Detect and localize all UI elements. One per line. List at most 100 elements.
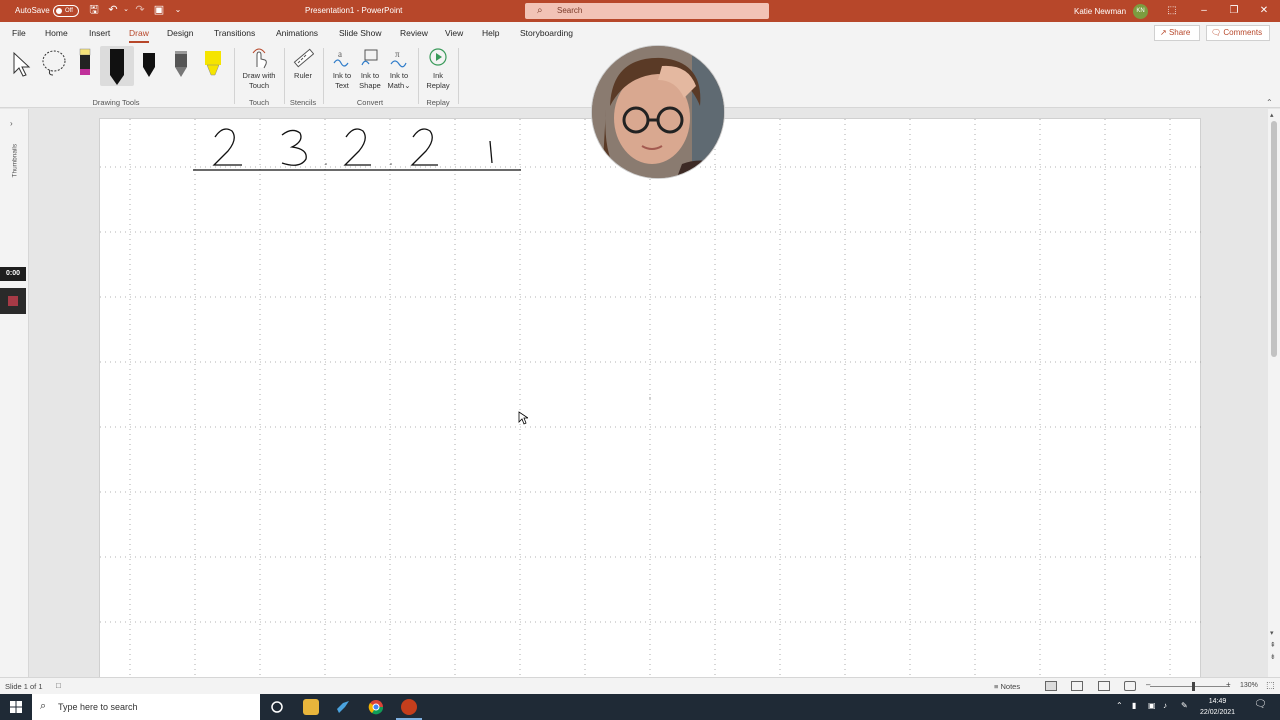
user-name[interactable]: Katie Newman	[1074, 7, 1126, 16]
ruler-icon	[293, 48, 314, 68]
notifications-icon[interactable]: 🗨	[1254, 699, 1267, 710]
ink-to-math-label-2: Math	[387, 81, 405, 90]
autosave-toggle[interactable]: Off	[53, 5, 79, 17]
show-hidden-icons-icon[interactable]: ⌃	[1116, 701, 1123, 710]
slide-sorter-view-icon[interactable]	[1071, 681, 1083, 691]
ink-to-text-button[interactable]: a Ink to Text	[328, 47, 356, 91]
volume-icon[interactable]: ♪	[1163, 701, 1167, 710]
tab-transitions[interactable]: Transitions	[214, 28, 255, 38]
cortana-icon[interactable]	[270, 700, 284, 714]
minimize-icon[interactable]: –	[1194, 2, 1214, 20]
zoom-in-icon[interactable]: +	[1226, 680, 1231, 689]
undo-icon[interactable]: ↶	[107, 4, 119, 16]
pencil-gray-icon[interactable]	[173, 47, 189, 81]
tab-insert[interactable]: Insert	[89, 28, 110, 38]
notes-button[interactable]: ≡ Notes	[994, 682, 1020, 691]
lasso-select-icon[interactable]	[40, 47, 70, 77]
share-icon: ↗	[1160, 28, 1167, 37]
ink-dot	[390, 163, 392, 165]
taskbar-search-placeholder: Type here to search	[58, 702, 138, 712]
tab-file[interactable]: File	[12, 28, 26, 38]
close-icon[interactable]: ✕	[1254, 2, 1274, 20]
restore-icon[interactable]: ❐	[1224, 2, 1244, 20]
fit-to-window-icon[interactable]: ⬚	[1266, 680, 1275, 691]
ink-to-shape-button[interactable]: Ink to Shape	[356, 47, 384, 91]
present-from-start-icon[interactable]: ▣	[153, 4, 165, 16]
ink-digit-2[interactable]	[212, 128, 242, 166]
ink-to-shape-icon	[361, 49, 378, 66]
previous-slide-icon[interactable]: ⇞	[1270, 641, 1276, 649]
file-explorer-icon[interactable]	[303, 699, 319, 715]
ink-digit-2[interactable]	[410, 128, 438, 166]
comments-button[interactable]: 🗨 Comments	[1206, 25, 1270, 41]
scroll-down-icon[interactable]: ▾	[1270, 629, 1274, 637]
tab-draw[interactable]: Draw	[129, 28, 149, 43]
tab-design[interactable]: Design	[167, 28, 193, 38]
ruler-button[interactable]: Ruler	[288, 47, 318, 81]
share-button[interactable]: ↗ Share	[1154, 25, 1200, 41]
webcam-person-image	[592, 46, 724, 178]
redo-icon[interactable]: ↷	[134, 4, 146, 16]
slide-show-view-icon[interactable]	[1124, 681, 1136, 691]
save-icon[interactable]: 🖫	[88, 4, 100, 16]
tab-view[interactable]: View	[445, 28, 463, 38]
tab-review[interactable]: Review	[400, 28, 428, 38]
svg-text:a: a	[338, 49, 342, 59]
ink-to-math-button[interactable]: π Ink to Math⌄	[384, 47, 414, 91]
search-box[interactable]: ⌕ Search	[525, 3, 769, 19]
scrollbar-thumb[interactable]	[1271, 121, 1277, 357]
zoom-slider-knob[interactable]	[1192, 682, 1195, 691]
steam-icon[interactable]	[335, 699, 351, 715]
pen-workspace-icon[interactable]: ✎	[1181, 701, 1188, 710]
network-icon[interactable]: ▣	[1148, 701, 1156, 710]
accessibility-icon[interactable]: □	[56, 681, 61, 690]
user-avatar[interactable]: KN	[1133, 4, 1148, 19]
webcam-overlay[interactable]	[591, 45, 725, 179]
taskbar-search-box[interactable]: ⌕ Type here to search	[32, 694, 260, 720]
highlighter-yellow-icon[interactable]	[203, 47, 223, 81]
zoom-out-icon[interactable]: –	[1146, 680, 1150, 689]
clock-date: 22/02/2021	[1200, 709, 1236, 716]
slide[interactable]	[99, 118, 1202, 677]
ribbon-display-options-icon[interactable]: ⬚	[1162, 2, 1182, 20]
tab-home[interactable]: Home	[45, 28, 68, 38]
notes-label: Notes	[1000, 682, 1021, 691]
ink-dot	[325, 163, 327, 165]
taskbar-clock[interactable]: 14:49 22/02/2021	[1200, 696, 1235, 718]
microphone-icon[interactable]: ▮	[1132, 701, 1136, 710]
ink-digit-2[interactable]	[343, 128, 371, 166]
next-slide-icon[interactable]: ⇟	[1270, 653, 1276, 661]
pen-black-selected-icon[interactable]	[107, 47, 127, 87]
ink-to-text-icon: a	[333, 49, 349, 67]
undo-dropdown-icon[interactable]: ⌄	[120, 4, 132, 16]
zoom-slider[interactable]	[1150, 682, 1230, 691]
customize-toolbar-icon[interactable]: ⌄	[172, 4, 184, 16]
draw-with-touch-label-2: Touch	[248, 81, 269, 90]
windows-start-icon[interactable]	[10, 701, 22, 713]
select-arrow-icon[interactable]	[10, 47, 32, 77]
expand-thumbnails-icon[interactable]: ›	[10, 119, 13, 128]
scroll-up-icon[interactable]: ▴	[1270, 111, 1274, 119]
ink-digit-1[interactable]	[489, 140, 493, 164]
tab-storyboarding[interactable]: Storyboarding	[520, 28, 573, 38]
draw-with-touch-button[interactable]: Draw with Touch	[238, 47, 280, 91]
tab-slide-show[interactable]: Slide Show	[339, 28, 382, 38]
ink-digit-3[interactable]	[281, 129, 307, 166]
ink-replay-button[interactable]: Ink Replay	[422, 47, 454, 91]
normal-view-icon[interactable]	[1045, 681, 1057, 691]
powerpoint-taskbar-icon[interactable]	[401, 699, 417, 715]
pen-black-icon[interactable]	[141, 47, 157, 81]
ink-layer	[193, 128, 521, 171]
collapse-ribbon-icon[interactable]: ⌃	[1266, 98, 1273, 107]
vertical-scrollbar[interactable]: ▴ ▾ ⇞ ⇟	[1268, 109, 1280, 677]
pen-yellow-icon[interactable]	[76, 47, 94, 81]
chrome-icon[interactable]	[368, 699, 384, 715]
ink-to-math-icon: π	[390, 49, 407, 68]
zoom-level[interactable]: 130%	[1240, 682, 1258, 689]
stop-recording-button[interactable]	[0, 288, 26, 314]
reading-view-icon[interactable]	[1098, 681, 1110, 691]
tab-animations[interactable]: Animations	[276, 28, 318, 38]
thumbnails-label[interactable]: Thumbnails	[12, 144, 19, 178]
ink-to-text-label-2: Text	[335, 81, 349, 90]
tab-help[interactable]: Help	[482, 28, 499, 38]
